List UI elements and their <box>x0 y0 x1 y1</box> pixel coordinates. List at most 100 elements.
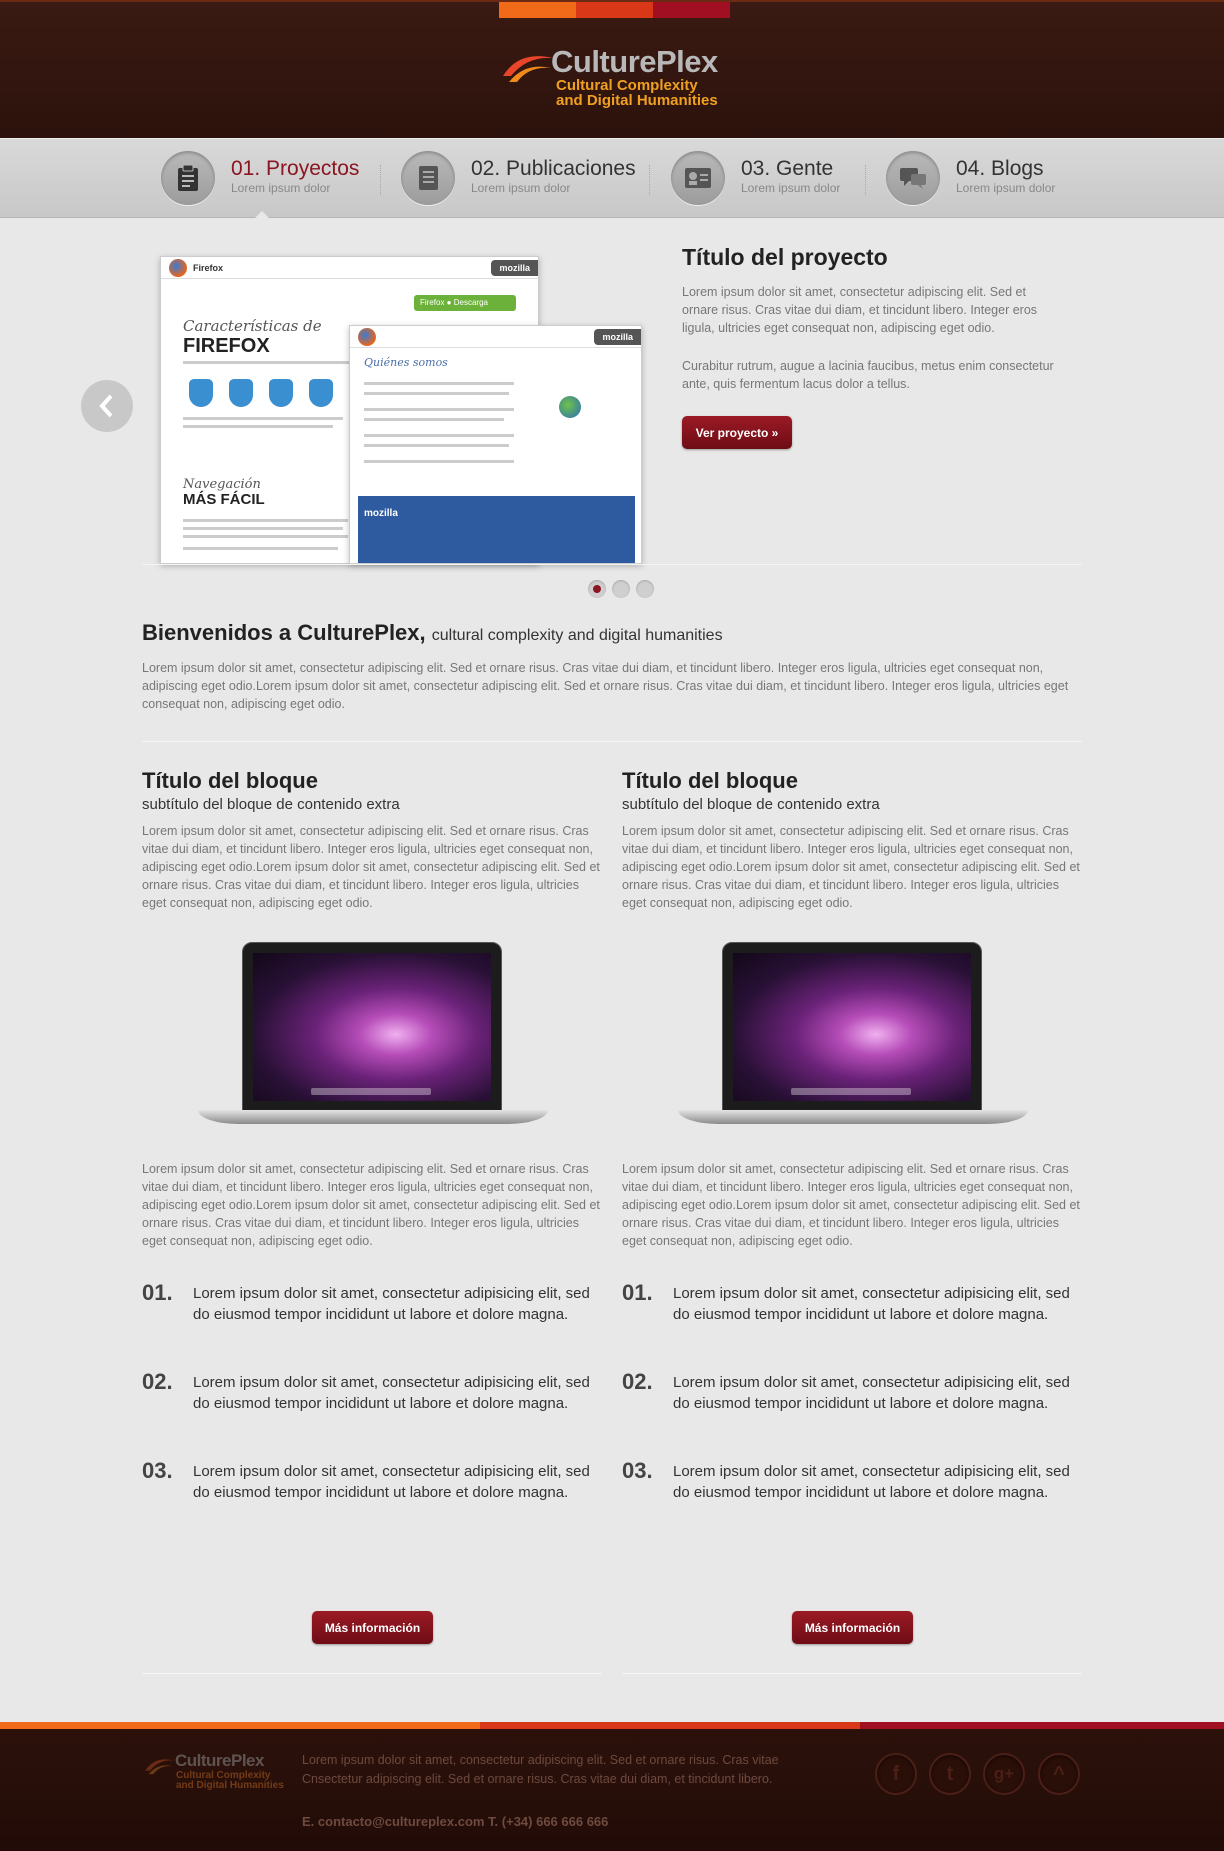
notebook-icon <box>401 151 455 205</box>
slider-prev-button[interactable] <box>81 380 133 432</box>
nav-title: 02. Publicaciones <box>471 157 636 180</box>
text-placeholder-line <box>183 527 343 530</box>
text-placeholder-line <box>364 434 514 437</box>
list-number: 01. <box>142 1280 173 1305</box>
back-to-top-icon[interactable]: ^ <box>1038 1753 1080 1795</box>
list-number: 02. <box>142 1369 173 1394</box>
content-block-left: Título del bloque subtítulo del bloque d… <box>142 768 602 1673</box>
list-number: 03. <box>622 1458 653 1483</box>
divider <box>622 1673 1082 1674</box>
laptop-image <box>198 942 548 1130</box>
laptop-image <box>678 942 1028 1130</box>
slide-description-2: Curabitur rutrum, augue a lacinia faucib… <box>682 359 1054 391</box>
welcome-heading: Bienvenidos a CulturePlex, cultural comp… <box>142 620 723 646</box>
text-placeholder-line <box>183 417 343 420</box>
slider-dot-3[interactable] <box>636 580 654 598</box>
facebook-icon[interactable]: f <box>875 1753 917 1795</box>
content-block-right: Título del bloque subtítulo del bloque d… <box>622 768 1082 1673</box>
nav-subtitle: Lorem ipsum dolor <box>471 181 571 195</box>
text-placeholder-line <box>183 547 338 550</box>
clipboard-icon <box>161 151 215 205</box>
feature-pin-icon <box>189 379 213 407</box>
divider <box>142 564 1082 565</box>
firefox-logo-icon <box>358 327 376 346</box>
list-number: 02. <box>622 1369 653 1394</box>
site-footer: CulturePlex Cultural Complexity and Digi… <box>0 1729 1224 1851</box>
chat-bubbles-icon <box>886 151 940 205</box>
active-nav-pointer <box>254 211 270 219</box>
nav-subtitle: Lorem ipsum dolor <box>956 181 1056 195</box>
divider <box>142 1673 602 1674</box>
list-item: 02. Lorem ipsum dolor sit amet, consecte… <box>142 1369 602 1458</box>
view-project-button[interactable]: Ver proyecto » <box>682 416 792 449</box>
project-screenshot-mozilla: mozilla Quiénes somos mozilla <box>349 325 642 564</box>
numbered-list: 01. Lorem ipsum dolor sit amet, consecte… <box>622 1280 1082 1547</box>
screenshot-heading: Quiénes somos <box>364 356 448 369</box>
download-badge: Firefox ● Descarga gratuita <box>414 295 516 323</box>
list-text: Lorem ipsum dolor sit amet, consectetur … <box>193 1374 590 1412</box>
header-color-stripe <box>499 2 730 18</box>
footer-logo-name: CulturePlex <box>175 1751 264 1770</box>
nav-separator <box>649 165 651 195</box>
block-title: Título del bloque <box>142 768 318 793</box>
numbered-list: 01. Lorem ipsum dolor sit amet, consecte… <box>142 1280 602 1547</box>
more-info-button[interactable]: Más información <box>312 1611 433 1644</box>
text-placeholder-line <box>364 444 509 447</box>
chevron-left-icon <box>99 394 113 418</box>
block-text: Lorem ipsum dolor sit amet, consectetur … <box>622 1162 1080 1248</box>
list-number: 03. <box>142 1458 173 1483</box>
list-text: Lorem ipsum dolor sit amet, consectetur … <box>673 1463 1070 1501</box>
mozilla-tag: mozilla <box>491 259 538 276</box>
globe-icon <box>559 396 581 418</box>
contact-card-icon <box>671 151 725 205</box>
footer-logo[interactable]: CulturePlex Cultural Complexity and Digi… <box>143 1751 293 1811</box>
screenshot-topbar: Firefox mozilla <box>161 257 538 279</box>
twitter-icon[interactable]: t <box>929 1753 971 1795</box>
feature-pin-icon <box>229 379 253 407</box>
screenshot-brand: Firefox <box>193 262 224 273</box>
welcome-subtitle: cultural complexity and digital humaniti… <box>431 627 723 644</box>
slider-dot-2[interactable] <box>612 580 630 598</box>
text-placeholder-line <box>183 361 353 364</box>
logo-swirl-icon <box>145 1759 174 1775</box>
nav-title: 04. Blogs <box>956 157 1044 180</box>
welcome-text: Lorem ipsum dolor sit amet, consectetur … <box>142 661 1069 711</box>
nav-separator <box>865 165 867 195</box>
firefox-logo-icon <box>169 258 187 277</box>
block-title: Título del bloque <box>622 768 798 793</box>
list-text: Lorem ipsum dolor sit amet, consectetur … <box>673 1374 1070 1412</box>
list-text: Lorem ipsum dolor sit amet, consectetur … <box>193 1285 590 1323</box>
feature-pin-icon <box>269 379 293 407</box>
screenshot-heading: Navegación <box>183 477 261 492</box>
site-logo[interactable]: CulturePlex Cultural Complexity and Digi… <box>499 44 739 114</box>
logo-name: CulturePlex <box>551 44 718 79</box>
nav-subtitle: Lorem ipsum dolor <box>741 181 841 195</box>
text-placeholder-line <box>364 392 509 395</box>
block-text: Lorem ipsum dolor sit amet, consectetur … <box>622 824 1080 910</box>
slider-dot-1[interactable] <box>588 580 606 598</box>
footer-logo-tagline: Cultural Complexity and Digital Humaniti… <box>176 1770 284 1791</box>
list-number: 01. <box>622 1280 653 1305</box>
text-placeholder-line <box>364 382 514 385</box>
more-info-button[interactable]: Más información <box>792 1611 913 1644</box>
screenshot-heading-bold: FIREFOX <box>183 335 270 357</box>
slide-title: Título del proyecto <box>682 244 888 270</box>
google-plus-icon[interactable]: g+ <box>983 1753 1025 1795</box>
screenshot-topbar: mozilla <box>350 326 641 348</box>
text-placeholder-line <box>364 418 504 421</box>
slider-pagination <box>588 580 654 598</box>
text-placeholder-line <box>364 460 514 463</box>
logo-swirl-icon <box>503 56 553 82</box>
text-placeholder-line <box>364 408 514 411</box>
text-placeholder-line <box>183 535 348 538</box>
welcome-title: Bienvenidos a CulturePlex, <box>142 620 426 645</box>
list-text: Lorem ipsum dolor sit amet, consectetur … <box>673 1285 1070 1323</box>
block-text: Lorem ipsum dolor sit amet, consectetur … <box>142 824 600 910</box>
list-item: 02. Lorem ipsum dolor sit amet, consecte… <box>622 1369 1082 1458</box>
divider <box>142 741 1082 742</box>
mozilla-footer-label: mozilla <box>364 508 398 519</box>
block-subtitle: subtítulo del bloque de contenido extra <box>622 796 880 813</box>
block-text: Lorem ipsum dolor sit amet, consectetur … <box>142 1162 600 1248</box>
site-header: CulturePlex Cultural Complexity and Digi… <box>0 0 1224 138</box>
main-nav: 01. Proyectos Lorem ipsum dolor 02. Publ… <box>0 138 1224 219</box>
